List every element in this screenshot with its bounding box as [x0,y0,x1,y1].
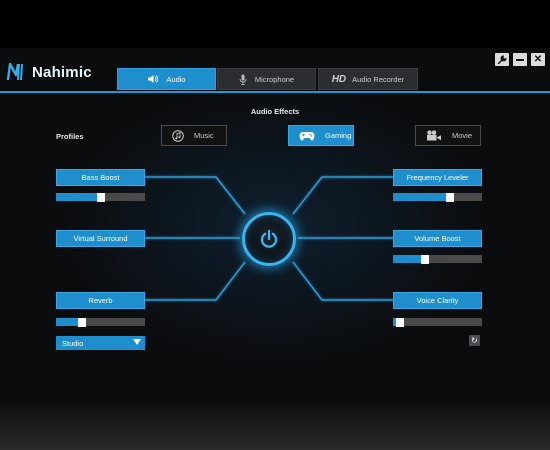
bass-boost-label: Bass Boost [81,173,120,182]
bass-boost-slider-fill [56,193,97,201]
reverb-preset-value: Studio [62,338,84,348]
frequency-leveler-slider-fill [393,193,446,201]
reverb-preset-select[interactable]: Studio [56,336,145,350]
power-icon [260,229,278,248]
bass-boost-slider-thumb[interactable] [97,192,105,202]
volume-boost-slider[interactable] [393,254,482,264]
bass-boost-slider[interactable] [56,192,145,202]
bass-boost-button[interactable]: Bass Boost [56,169,145,186]
reverb-slider-thumb[interactable] [78,317,86,327]
dropdown-arrow-icon [133,339,141,345]
virtual-surround-button[interactable]: Virtual Surround [56,230,145,247]
virtual-surround-label: Virtual Surround [73,234,128,243]
voice-clarity-button[interactable]: Voice Clarity [393,292,482,309]
desktop-background [0,402,550,450]
volume-boost-button[interactable]: Volume Boost [393,230,482,247]
reverb-label: Reverb [88,296,113,305]
refresh-icon: ↻ [471,336,478,345]
volume-boost-label: Volume Boost [414,234,461,243]
reset-button[interactable]: ↻ [469,335,480,346]
frequency-leveler-slider-thumb[interactable] [446,192,454,202]
frequency-leveler-button[interactable]: Frequency Leveler [393,169,482,186]
reverb-button[interactable]: Reverb [56,292,145,309]
voice-clarity-slider-thumb[interactable] [396,317,404,327]
power-button[interactable] [242,212,296,266]
reverb-slider[interactable] [56,317,145,327]
voice-clarity-slider[interactable] [393,317,482,327]
voice-clarity-label: Voice Clarity [416,296,459,305]
frequency-leveler-slider[interactable] [393,192,482,202]
volume-boost-slider-thumb[interactable] [421,254,429,264]
nahimic-window: Nahimic Audio Microphone HD Audio Record… [0,48,550,402]
volume-boost-slider-fill [393,255,421,263]
frequency-leveler-label: Frequency Leveler [406,173,469,182]
reverb-slider-fill [56,318,78,326]
